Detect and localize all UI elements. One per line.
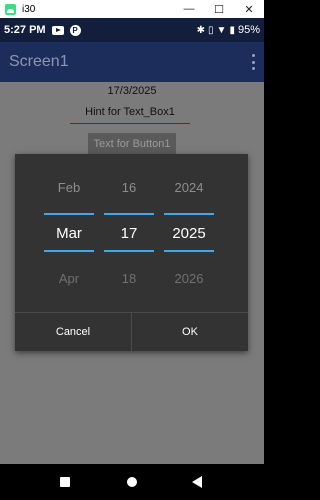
screen-title: Screen1	[9, 53, 69, 70]
youtube-icon	[51, 25, 64, 35]
status-time: 5:27 PM	[4, 24, 46, 36]
minimize-button[interactable]: —	[174, 0, 204, 18]
selection-line-bottom	[104, 250, 154, 252]
maximize-button[interactable]: ☐	[204, 0, 234, 18]
selection-line-bottom	[164, 250, 214, 252]
month-prev[interactable]: Feb	[44, 180, 94, 195]
cancel-button[interactable]: Cancel	[15, 313, 131, 351]
selection-line-top	[104, 213, 154, 215]
selection-line-bottom	[44, 250, 94, 252]
date-label: 17/3/2025	[107, 85, 157, 97]
battery-percent: 95%	[237, 24, 260, 36]
status-right: ✱ ▯ ▼ ▮ 95%	[197, 24, 260, 36]
year-prev[interactable]: 2024	[164, 180, 214, 195]
selection-line-top	[164, 213, 214, 215]
window-controls: — ☐ ✕	[174, 0, 264, 18]
month-next[interactable]: Apr	[44, 271, 94, 286]
ok-button[interactable]: OK	[132, 313, 248, 351]
month-current[interactable]: Mar	[44, 225, 94, 242]
window-title: i30	[22, 3, 36, 15]
day-current[interactable]: 17	[104, 225, 154, 242]
bluetooth-icon: ✱	[196, 24, 206, 36]
navigation-bar	[0, 464, 264, 500]
day-next[interactable]: 18	[104, 271, 154, 286]
status-bar: 5:27 PM P ✱ ▯ ▼ ▮ 95%	[0, 18, 264, 42]
p-app-icon: P	[69, 24, 81, 36]
close-button[interactable]: ✕	[234, 0, 264, 18]
year-current[interactable]: 2025	[164, 225, 214, 242]
year-spinner[interactable]: 2024 2025 2026	[164, 154, 214, 312]
button1[interactable]: Text for Button1	[88, 133, 176, 155]
recents-icon[interactable]	[60, 477, 70, 487]
android-app-icon	[5, 3, 16, 15]
battery-icon: ▮	[229, 24, 235, 36]
wifi-icon: ▼	[216, 24, 227, 36]
app-bar: Screen1	[0, 42, 264, 82]
overflow-menu-icon[interactable]	[250, 54, 256, 70]
back-icon[interactable]	[192, 476, 202, 488]
text-box[interactable]: Hint for Text_Box1	[70, 106, 190, 124]
window-titlebar: i30 — ☐ ✕	[0, 0, 264, 18]
selection-line-top	[44, 213, 94, 215]
year-next[interactable]: 2026	[164, 271, 214, 286]
date-picker-dialog: Feb Mar Apr 16 17 18 2024 2025 2026 Canc…	[15, 154, 248, 351]
vibrate-icon: ▯	[208, 24, 214, 36]
day-prev[interactable]: 16	[104, 180, 154, 195]
home-icon[interactable]	[127, 477, 137, 487]
month-spinner[interactable]: Feb Mar Apr	[44, 154, 94, 312]
day-spinner[interactable]: 16 17 18	[104, 154, 154, 312]
